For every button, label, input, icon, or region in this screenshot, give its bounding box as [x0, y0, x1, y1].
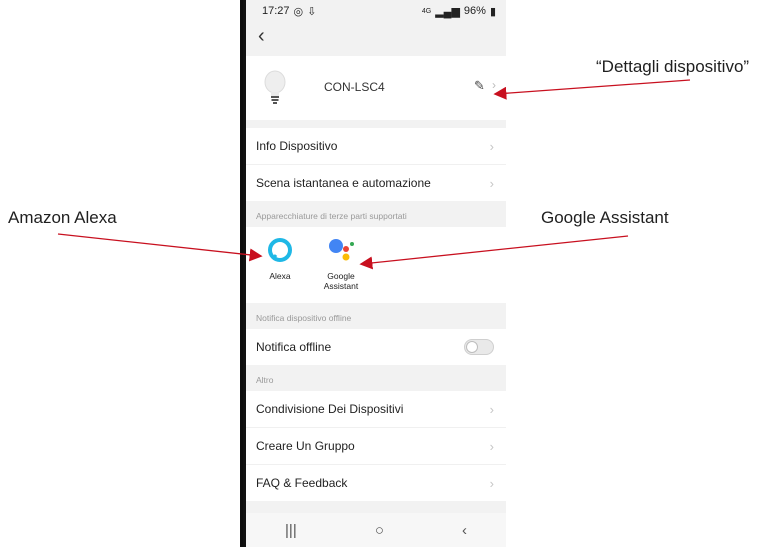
back-icon[interactable]: ‹ — [462, 522, 467, 539]
chevron-right-icon: › — [489, 138, 494, 154]
offline-notification-row: Notifica offline — [246, 329, 506, 365]
menu-item-scena-automazione[interactable]: Scena istantanea e automazione › — [246, 164, 506, 201]
battery-icon: ▮ — [489, 5, 496, 18]
chevron-right-icon[interactable]: › — [492, 78, 496, 92]
status-time: 17:27 — [262, 5, 290, 17]
menu-group-info: Info Dispositivo › Scena istantanea e au… — [246, 128, 506, 201]
toggle-knob — [466, 341, 478, 353]
third-party-assistants: Alexa Google Assistant — [246, 227, 506, 303]
menu-item-info-dispositivo[interactable]: Info Dispositivo › — [246, 128, 506, 164]
edit-pencil-icon[interactable]: ✎ — [474, 78, 485, 94]
device-name: CON-LSC4 — [324, 80, 385, 94]
menu-item-label: FAQ & Feedback — [256, 476, 348, 490]
recent-apps-icon[interactable]: ||| — [285, 522, 297, 539]
offline-toggle[interactable] — [464, 339, 494, 355]
phone-screen: 17:27 ◎ ⇩ 4G ▂▄▆ 96% ▮ ‹ CON-LSC4 ✎ › In… — [246, 0, 506, 547]
arrow-alexa — [57, 233, 263, 262]
menu-item-label: Creare Un Gruppo — [256, 439, 355, 453]
google-assistant-icon — [329, 239, 354, 261]
google-label-line1: Google — [327, 271, 355, 281]
menu-item-condivisione[interactable]: Condivisione Dei Dispositivi › — [246, 391, 506, 427]
menu-item-label: Info Dispositivo — [256, 139, 338, 153]
chevron-right-icon: › — [489, 438, 494, 454]
signal-icon: ▂▄▆ — [435, 5, 460, 18]
network-type: 4G — [421, 7, 432, 15]
home-icon[interactable]: ○ — [375, 522, 384, 539]
offline-group: Notifica offline — [246, 329, 506, 365]
menu-item-label: Scena istantanea e automazione — [256, 176, 431, 190]
chevron-right-icon: › — [489, 175, 494, 191]
light-bulb-icon — [264, 70, 286, 104]
section-label-offline: Notifica dispositivo offline — [246, 303, 506, 329]
battery-percent: 96% — [463, 5, 486, 17]
offline-toggle-label: Notifica offline — [256, 340, 332, 354]
alexa-label: Alexa — [269, 271, 291, 281]
download-icon: ⇩ — [307, 5, 317, 18]
chevron-right-icon: › — [489, 475, 494, 491]
phone-frame: 17:27 ◎ ⇩ 4G ▂▄▆ 96% ▮ ‹ CON-LSC4 ✎ › In… — [240, 0, 506, 547]
alexa-button[interactable]: Alexa — [260, 237, 300, 281]
device-header[interactable]: CON-LSC4 ✎ › — [246, 56, 506, 120]
menu-item-label: Condivisione Dei Dispositivi — [256, 402, 404, 416]
annotation-device-details: “Dettagli dispositivo” — [596, 57, 750, 76]
back-arrow-icon[interactable]: ‹ — [258, 26, 265, 46]
google-assistant-button[interactable]: Google Assistant — [318, 237, 364, 291]
menu-item-faq-feedback[interactable]: FAQ & Feedback › — [246, 464, 506, 501]
google-label-line2: Assistant — [323, 281, 359, 291]
annotation-amazon-alexa: Amazon Alexa — [8, 208, 117, 227]
top-bar: ‹ — [246, 22, 506, 50]
other-group: Condivisione Dei Dispositivi › Creare Un… — [246, 391, 506, 501]
whatsapp-icon: ◎ — [293, 5, 304, 18]
menu-item-creare-gruppo[interactable]: Creare Un Gruppo › — [246, 427, 506, 464]
chevron-right-icon: › — [489, 401, 494, 417]
alexa-icon — [268, 238, 292, 262]
section-label-third-party: Apparecchiature di terze parti supportat… — [246, 201, 506, 227]
android-nav-bar: ||| ○ ‹ — [246, 513, 506, 547]
arrow-details — [493, 79, 691, 100]
section-label-other: Altro — [246, 365, 506, 391]
status-bar: 17:27 ◎ ⇩ 4G ▂▄▆ 96% ▮ — [246, 0, 506, 22]
annotation-google-assistant: Google Assistant — [541, 208, 669, 227]
